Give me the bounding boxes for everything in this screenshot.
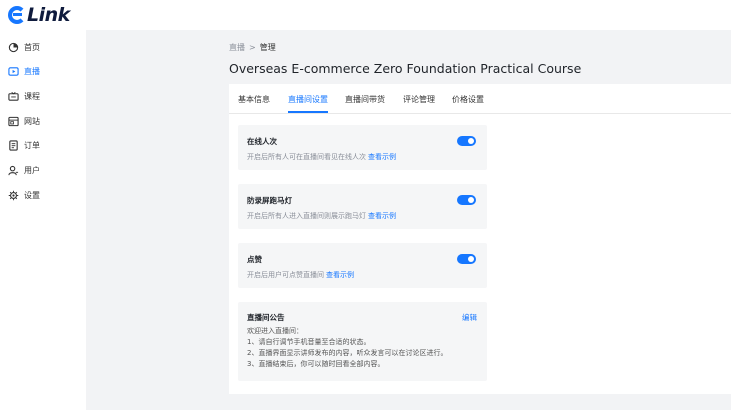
live-room-notice: 直播间公告 编辑 欢迎进入直播间： 1、请自行调节手机音量至合适的状态。 2、直… (238, 302, 487, 381)
top-bar: Link (0, 0, 731, 30)
setting-anti-record-marquee: 防录屏跑马灯 开启后所有人进入直播间则展示跑马灯 查看示例 (238, 184, 487, 229)
setting-title: 防录屏跑马灯 (247, 196, 292, 205)
breadcrumb: 直播 > 管理 (229, 42, 276, 53)
setting-likes: 点赞 开启后用户可点赞直播间 查看示例 (238, 243, 487, 288)
sidebar-item-website[interactable]: 网站 (8, 111, 40, 131)
sidebar-item-label: 用户 (24, 165, 40, 175)
sidebar-item-user[interactable]: 用户 (8, 160, 40, 180)
setting-description-text: 开启后所有人进入直播间则展示跑马灯 (247, 212, 366, 220)
sidebar-item-home[interactable]: 首页 (8, 37, 40, 57)
sidebar-item-label: 课程 (24, 91, 40, 101)
breadcrumb-separator: > (249, 43, 256, 52)
tab-price-settings[interactable]: 价格设置 (452, 94, 484, 105)
sidebar-item-label: 直播 (24, 66, 40, 76)
tab-comment-management[interactable]: 评论管理 (403, 94, 435, 105)
sidebar-item-label: 首页 (24, 42, 40, 52)
toggle-knob (468, 256, 474, 262)
tab-bar: 基本信息 直播间设置 直播间带货 评论管理 价格设置 (229, 84, 731, 114)
breadcrumb-parent[interactable]: 直播 (229, 42, 245, 53)
tab-basic-info[interactable]: 基本信息 (238, 94, 270, 105)
breadcrumb-current: 管理 (259, 43, 276, 52)
toggle-knob (468, 138, 474, 144)
setting-online-count: 在线人次 开启后所有人可在直播间看见在线人次 查看示例 (238, 125, 487, 170)
view-example-link[interactable]: 查看示例 (326, 271, 354, 279)
live-icon (8, 66, 19, 77)
page-title: Overseas E-commerce Zero Foundation Prac… (229, 61, 582, 76)
likes-toggle[interactable] (457, 254, 476, 264)
notice-line: 3、直播结束后，你可以随时回看全部内容。 (247, 360, 385, 368)
sidebar-item-order[interactable]: 订单 (8, 135, 40, 155)
sidebar-item-label: 网站 (24, 116, 40, 126)
dashboard-icon (8, 42, 19, 53)
tab-live-room-settings[interactable]: 直播间设置 (288, 94, 328, 105)
marquee-toggle[interactable] (457, 195, 476, 205)
view-example-link[interactable]: 查看示例 (368, 212, 396, 220)
sidebar-item-settings[interactable]: 设置 (8, 185, 40, 205)
order-icon (8, 139, 19, 151)
online-count-toggle[interactable] (457, 136, 476, 146)
toggle-knob (468, 197, 474, 203)
course-icon (8, 91, 19, 102)
setting-description-text: 开启后用户可点赞直播间 (247, 271, 324, 279)
user-icon (8, 165, 19, 176)
setting-title: 在线人次 (247, 137, 277, 146)
setting-description: 开启后用户可点赞直播间 查看示例 (247, 270, 354, 280)
sidebar-item-live[interactable]: 直播 (8, 61, 40, 81)
gear-icon (8, 190, 19, 201)
notice-title: 直播间公告 (247, 313, 285, 322)
sidebar-item-label: 设置 (24, 190, 40, 200)
sidebar-item-course[interactable]: 课程 (8, 86, 40, 106)
view-example-link[interactable]: 查看示例 (368, 153, 396, 161)
logo-text: Link (27, 4, 70, 26)
setting-description: 开启后所有人进入直播间则展示跑马灯 查看示例 (247, 211, 396, 221)
sidebar: 首页 直播 课程 网站 订单 用户 设置 (0, 30, 86, 410)
app-logo[interactable]: Link (8, 4, 70, 26)
settings-card: 基本信息 直播间设置 直播间带货 评论管理 价格设置 在线人次 开启后所有人可在… (229, 84, 731, 394)
logo-mark-icon (8, 6, 26, 24)
active-tab-indicator (288, 111, 328, 113)
sidebar-item-label: 订单 (24, 140, 40, 150)
setting-description-text: 开启后所有人可在直播间看见在线人次 (247, 153, 366, 161)
setting-description: 开启后所有人可在直播间看见在线人次 查看示例 (247, 152, 396, 162)
notice-line: 2、直播界面显示讲师发布的内容，听众发言可以在讨论区进行。 (247, 349, 448, 357)
website-icon (8, 116, 19, 127)
edit-notice-button[interactable]: 编辑 (462, 312, 477, 323)
setting-title: 点赞 (247, 255, 262, 264)
notice-line: 欢迎进入直播间： (247, 327, 303, 335)
notice-line: 1、请自行调节手机音量至合适的状态。 (247, 338, 371, 346)
tab-live-commerce[interactable]: 直播间带货 (345, 94, 385, 105)
